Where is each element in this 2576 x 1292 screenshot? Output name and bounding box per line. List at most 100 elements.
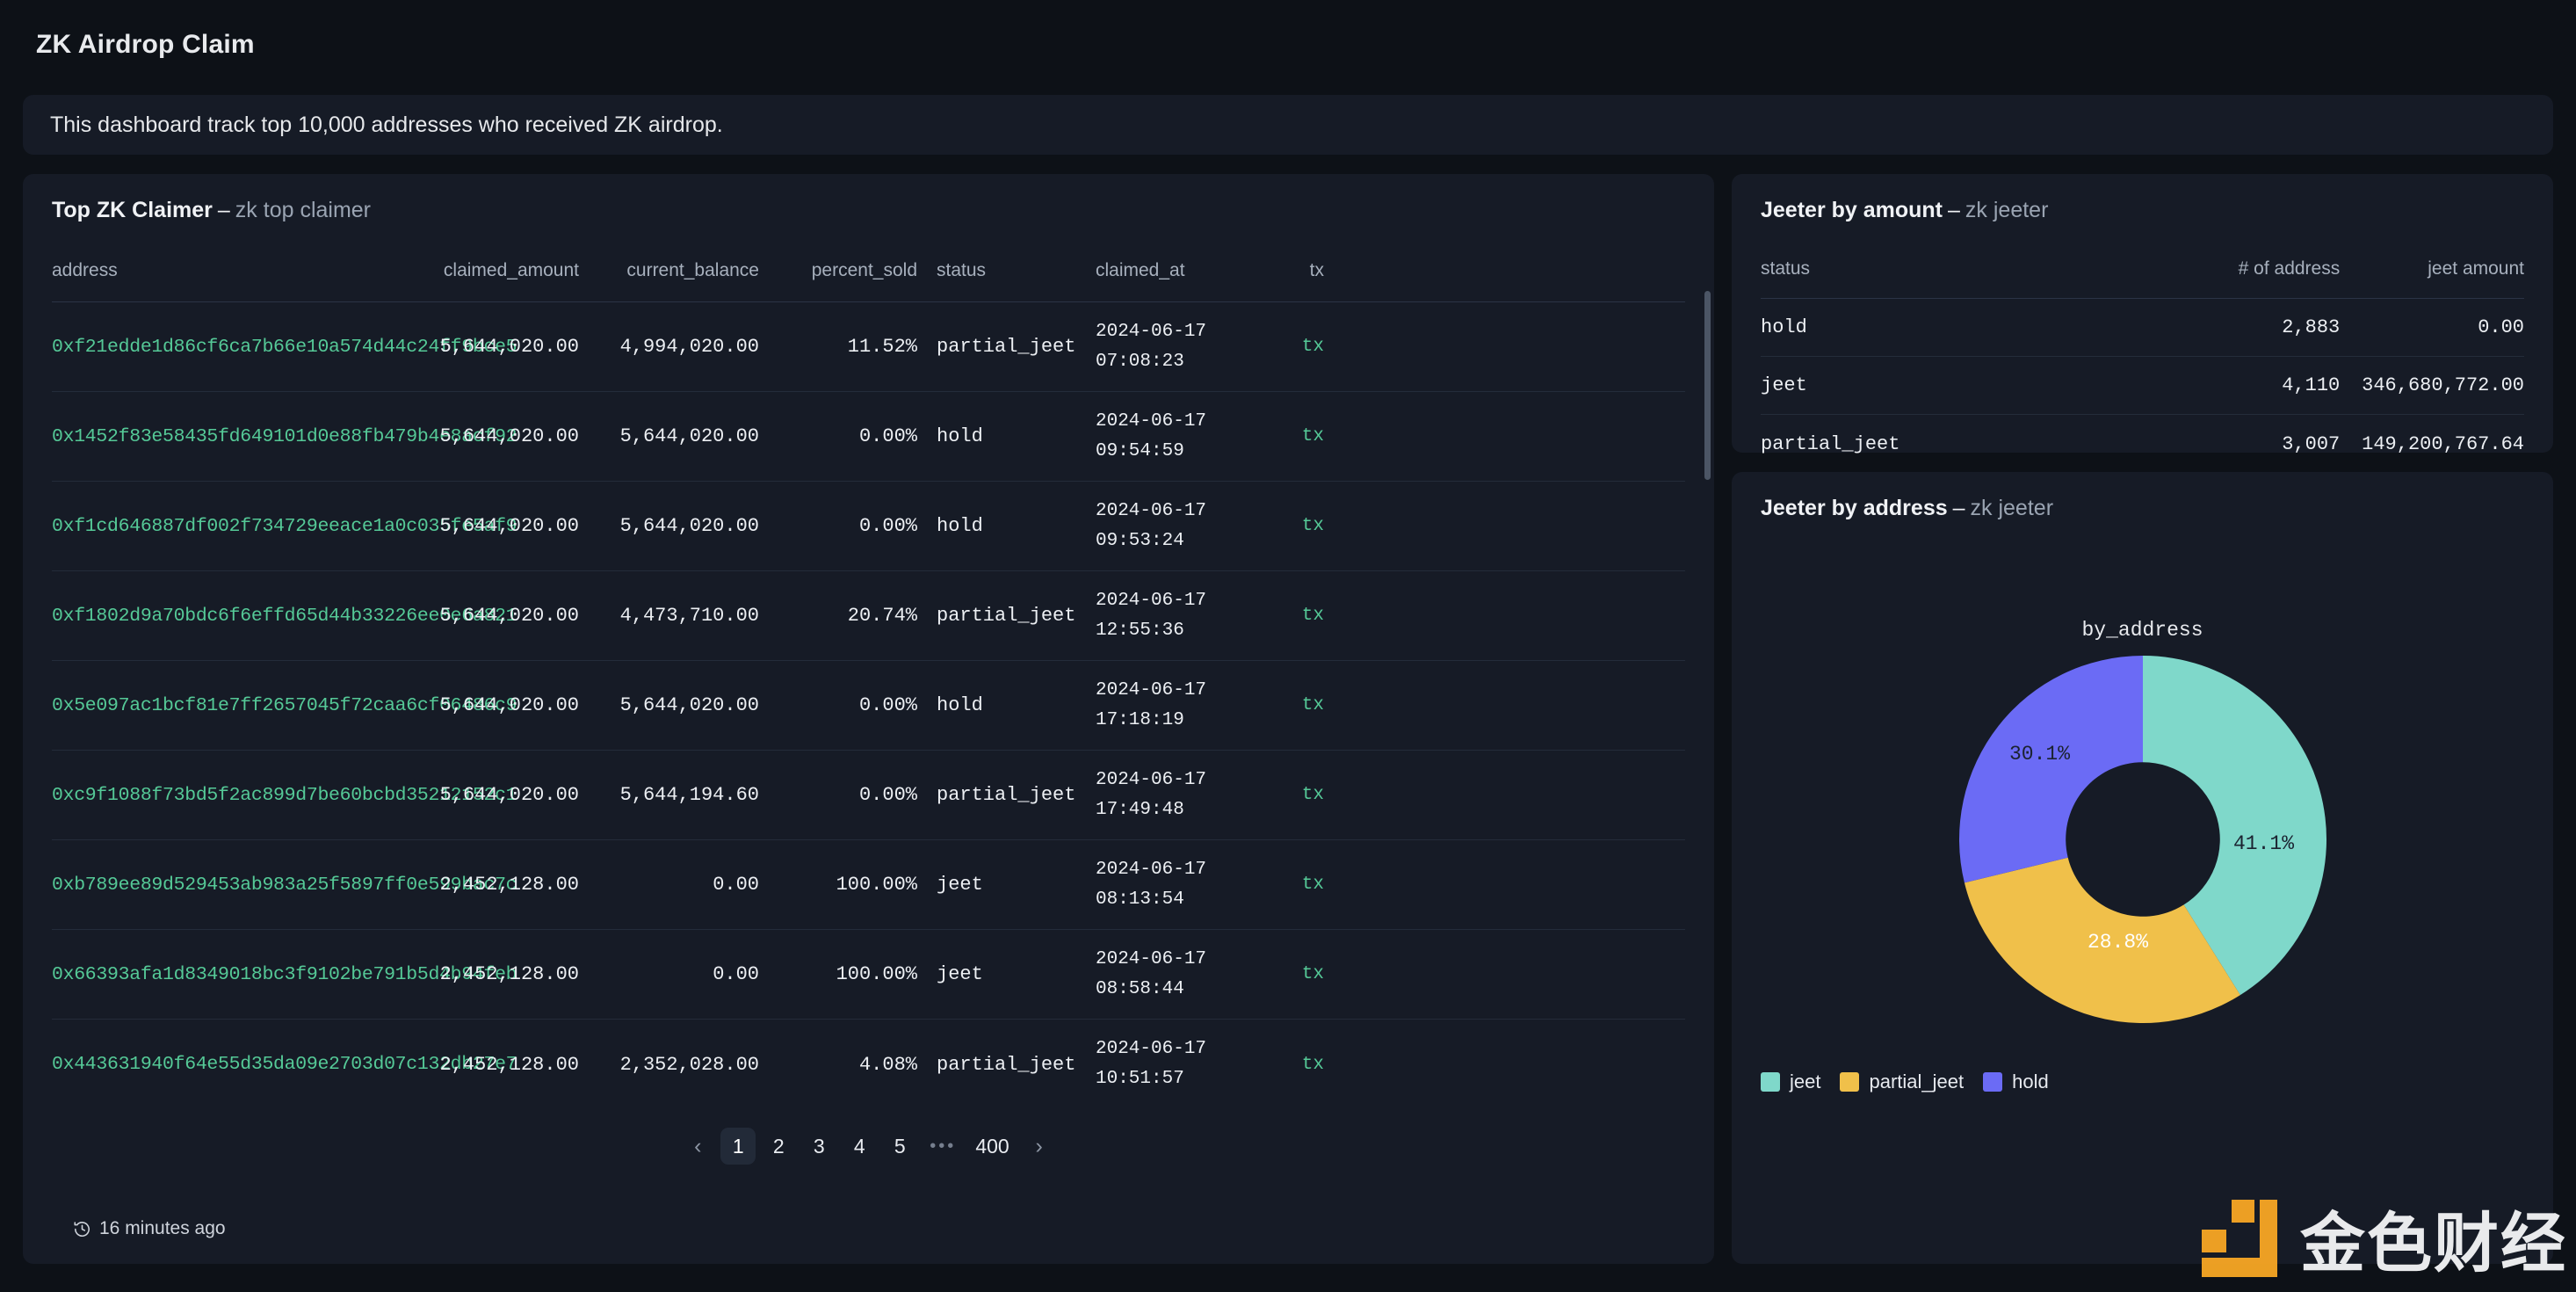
column-header-claimed-amount[interactable]: claimed_amount [399, 260, 579, 281]
claimed-at-date: 2024-06-17 [1096, 1039, 1207, 1059]
table-row: jeet 4,110 346,680,772.00 [1761, 357, 2524, 415]
column-header-current-balance[interactable]: current_balance [579, 260, 759, 281]
current-balance-value: 5,644,020.00 [619, 425, 759, 447]
current-balance-value: 4,473,710.00 [619, 605, 759, 627]
watermark: 金色财经 [2196, 1191, 2567, 1285]
claimed-amount-value: 2,452,128.00 [439, 874, 579, 896]
rt-title-main: Jeeter by amount [1761, 198, 1943, 222]
tx-link[interactable]: tx [1302, 1055, 1324, 1075]
legend-swatch-hold [1983, 1072, 2003, 1092]
status-value: jeet [937, 874, 983, 896]
slice-label-hold: 28.8% [2088, 931, 2149, 954]
pagination-page-1[interactable]: 1 [720, 1128, 756, 1165]
slice-label-partial-jeet: 30.1% [2009, 743, 2071, 766]
legend-item-hold[interactable]: hold [1983, 1071, 2049, 1093]
column-header-address[interactable]: address [52, 260, 399, 281]
status-value: partial_jeet [937, 784, 1076, 806]
top-zk-claimer-card: Top ZK Claimer – zk top claimer address cl… [23, 174, 1714, 1264]
top-zk-claimer-title: Top ZK Claimer – zk top claimer [52, 198, 371, 223]
jeeter-amount-table-body: hold 2,883 0.00 jeet 4,110 346,680,772.00 part… [1732, 299, 2553, 473]
legend-label-hold: hold [2012, 1071, 2049, 1092]
legend-item-jeet[interactable]: jeet [1761, 1071, 1820, 1093]
current-balance-value: 5,644,194.60 [619, 784, 759, 806]
slice-label-jeet: 41.1% [2233, 832, 2295, 855]
rt-title-separator: – [1948, 198, 1960, 222]
claimed-amount-value: 2,452,128.00 [439, 1053, 579, 1076]
pagination-page-3[interactable]: 3 [801, 1128, 836, 1165]
table-row: 0x5e097ac1bcf81e7ff2657045f72caa6cf06486… [52, 661, 1685, 751]
donut-chart[interactable]: 41.1% 30.1% 28.8% [1959, 656, 2326, 1023]
percent-sold-value: 4.08% [858, 1053, 917, 1076]
jinse-logo-icon [2202, 1199, 2277, 1277]
pagination-last-page[interactable]: 400 [968, 1128, 1016, 1165]
column-header-status[interactable]: status [1761, 258, 2138, 279]
legend-item-partial-jeet[interactable]: partial_jeet [1840, 1071, 1964, 1093]
address-count-value: 3,007 [2282, 432, 2341, 455]
card-title-main: Top ZK Claimer [52, 198, 213, 222]
column-header-num-address[interactable]: # of address [2138, 258, 2341, 279]
pagination-page-4[interactable]: 4 [842, 1128, 877, 1165]
tx-link[interactable]: tx [1302, 337, 1324, 357]
claimed-at-date: 2024-06-17 [1096, 500, 1207, 521]
tx-link[interactable]: tx [1302, 695, 1324, 715]
pagination-page-5[interactable]: 5 [882, 1128, 917, 1165]
status-value: hold [937, 515, 983, 537]
status-value: hold [1761, 316, 1807, 338]
current-balance-value: 5,644,020.00 [619, 515, 759, 537]
current-balance-value: 2,352,028.00 [619, 1053, 759, 1076]
claimed-amount-value: 2,452,128.00 [439, 963, 579, 985]
donut-slice-hold[interactable] [1959, 656, 2143, 883]
claimed-at-time: 17:18:19 [1096, 709, 1184, 730]
claimed-at-time: 08:13:54 [1096, 889, 1184, 910]
tx-link[interactable]: tx [1302, 516, 1324, 536]
pagination-page-2[interactable]: 2 [761, 1128, 796, 1165]
tx-link[interactable]: tx [1302, 964, 1324, 984]
percent-sold-value: 0.00% [858, 425, 917, 447]
percent-sold-value: 20.74% [847, 605, 917, 627]
left-panel-updated-text: 16 minutes ago [99, 1218, 226, 1238]
column-header-status[interactable]: status [917, 260, 1080, 281]
column-header-percent-sold[interactable]: percent_sold [759, 260, 917, 281]
claimed-at-date: 2024-06-17 [1096, 590, 1207, 611]
card-title-separator: – [217, 198, 230, 222]
tx-link[interactable]: tx [1302, 426, 1324, 446]
claimed-at-date: 2024-06-17 [1096, 679, 1207, 700]
claimed-at-time: 10:51:57 [1096, 1069, 1184, 1089]
address-count-value: 4,110 [2282, 374, 2341, 396]
column-header-tx[interactable]: tx [1238, 260, 1343, 281]
donut-chart-legend: jeet partial_jeet hold [1761, 1071, 2049, 1093]
table-row: partial_jeet 3,007 149,200,767.64 [1761, 415, 2524, 473]
tx-link[interactable]: tx [1302, 875, 1324, 895]
percent-sold-value: 11.52% [847, 336, 917, 358]
pagination-prev-button[interactable]: ‹ [680, 1128, 715, 1165]
status-value: partial_jeet [937, 336, 1076, 358]
column-header-jeet-amount[interactable]: jeet amount [2340, 258, 2524, 279]
percent-sold-value: 100.00% [836, 963, 917, 985]
table-row: 0x66393afa1d8349018bc3f9102be791b5d4b94f… [52, 930, 1685, 1020]
column-header-claimed-at[interactable]: claimed_at [1080, 260, 1238, 281]
jeet-amount-value: 0.00 [2478, 316, 2524, 338]
claimed-at-time: 17:49:48 [1096, 799, 1184, 820]
table-scrollbar-thumb[interactable] [1704, 291, 1711, 480]
status-value: partial_jeet [937, 605, 1076, 627]
claimed-at-time: 12:55:36 [1096, 620, 1184, 641]
tx-link[interactable]: tx [1302, 606, 1324, 626]
status-value: hold [937, 425, 983, 447]
jeeter-by-amount-card: Jeeter by amount – zk jeeter status # of a… [1732, 174, 2553, 455]
tx-link[interactable]: tx [1302, 785, 1324, 805]
rt-title-subtitle: zk jeeter [1965, 198, 2049, 222]
status-value: jeet [1761, 374, 1807, 396]
claimed-amount-value: 5,644,020.00 [439, 425, 579, 447]
claimer-table-body: 0xf21edde1d86cf6ca7b66e10a574d44c24ff9bc… [23, 302, 1714, 1109]
jeeter-by-address-card: Jeeter by address – zk jeeter by_address 4… [1732, 472, 2553, 1264]
jeeter-amount-table-header: status # of address jeet amount [1761, 248, 2524, 299]
claimed-at-time: 09:54:59 [1096, 440, 1184, 461]
current-balance-value: 4,994,020.00 [619, 336, 759, 358]
pagination-next-button[interactable]: › [1022, 1128, 1057, 1165]
chart-title-by-address: by_address [2081, 619, 2203, 642]
legend-swatch-partial-jeet [1840, 1072, 1860, 1092]
jeeter-amount-table: status # of address jeet amount hold 2,88… [1732, 248, 2553, 473]
pagination: ‹ 1 2 3 4 5 ••• 400 › [23, 1128, 1714, 1165]
legend-swatch-jeet [1761, 1072, 1780, 1092]
claimed-amount-value: 5,644,020.00 [439, 515, 579, 537]
